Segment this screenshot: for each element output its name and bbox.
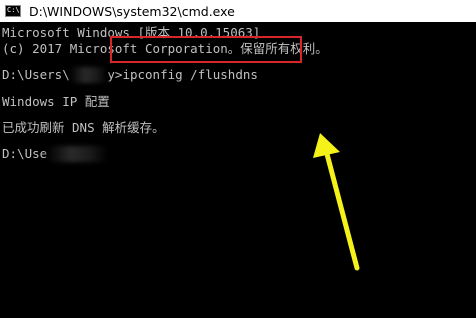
prompt-path-suffix: y>: [107, 67, 123, 82]
console-header-line-2: (c) 2017 Microsoft Corporation。保留所有权利。: [2, 41, 328, 56]
window-title: D:\WINDOWS\system32\cmd.exe: [29, 3, 235, 19]
prompt-line-2: D:\Usexxxxxxxx: [2, 146, 108, 162]
prompt-path-2: D:\Use: [2, 146, 48, 161]
console-header-line-1: Microsoft Windows [版本 10.0.15063]: [2, 25, 261, 40]
command-text: ipconfig /flushdns: [122, 67, 258, 82]
prompt-path: D:\Users\: [2, 67, 70, 82]
output-line-2: 已成功刷新 DNS 解析缓存。: [2, 120, 165, 135]
title-bar[interactable]: C:\ D:\WINDOWS\system32\cmd.exe: [0, 0, 476, 22]
prompt-line-1: D:\Users\xxxxxy>ipconfig /flushdns: [2, 67, 258, 83]
redacted-path: xxxxxxxx: [47, 146, 108, 162]
output-line-1: Windows IP 配置: [2, 94, 110, 109]
cmd-icon: C:\: [5, 5, 21, 17]
redacted-username: xxxxx: [69, 67, 108, 83]
cmd-window: C:\ D:\WINDOWS\system32\cmd.exe Microsof…: [0, 0, 476, 318]
console-output[interactable]: Microsoft Windows [版本 10.0.15063] (c) 20…: [0, 22, 476, 318]
